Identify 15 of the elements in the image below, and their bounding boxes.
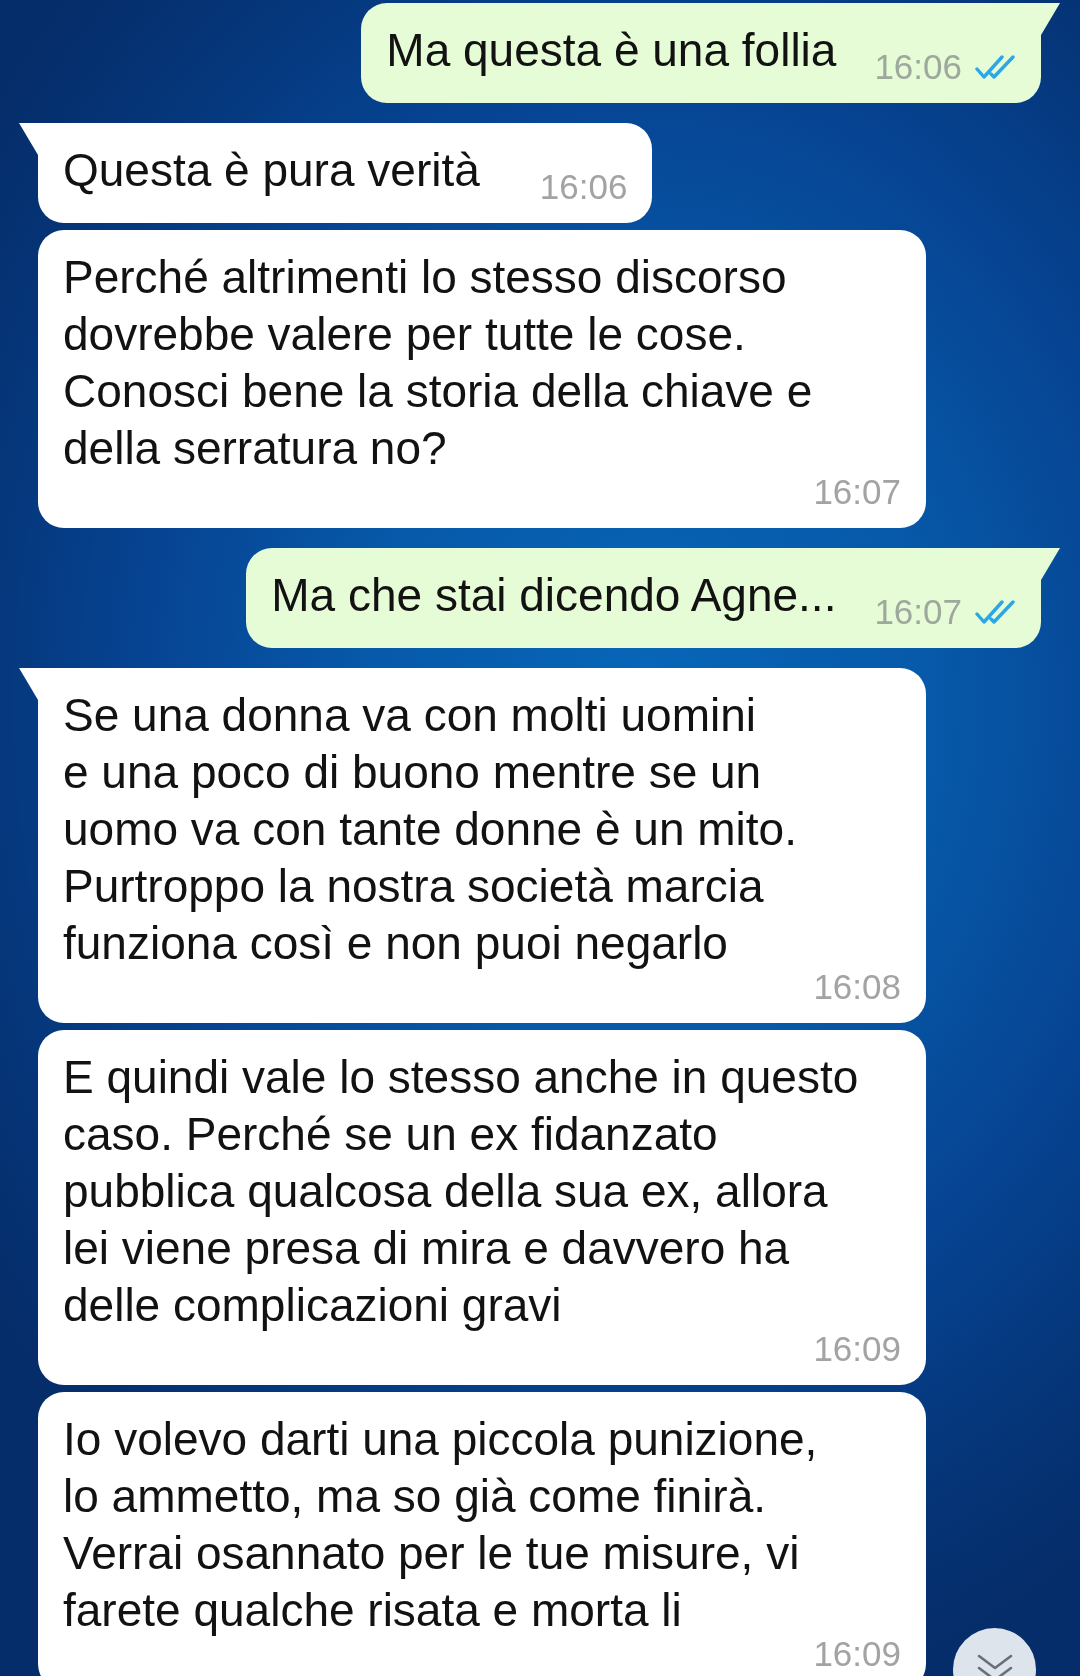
message-time: 16:06	[874, 52, 962, 82]
message-text: E quindi vale lo stesso anche in questo caso. Perché se un ex fidanzato pubblica qualcosa della sua ex, allora lei viene presa di mira e davvero ha delle complicazioni gravi	[63, 1050, 859, 1333]
message-time: 16:07	[813, 477, 901, 507]
message-time: 16:09	[813, 1639, 901, 1669]
message-time: 16:06	[539, 172, 628, 202]
message-text: Ma che stai dicendo Agne...	[271, 568, 837, 623]
message-text: Questa è pura verità	[63, 143, 480, 198]
message-text: Perché altrimenti lo stesso discorso dovrebbe valere per tutte le cose. Conosci bene la storia della chiave e della serratura no?	[63, 250, 813, 476]
message-text: Io volevo darti una piccola punizione, lo ammetto, ma so già come finirà. Verrai osannato per le tue misure, vi farete qualche risata e morta li	[63, 1412, 818, 1638]
message-time: 16:09	[813, 1334, 901, 1364]
message-text: Ma questa è una follia	[386, 23, 837, 78]
message-text: Se una donna va con molti uomini e una poco di buono mentre se un uomo va con tante donne è un mito. Purtroppo la nostra società marcia funziona così e non puoi negarlo	[63, 688, 797, 971]
message-time: 16:07	[874, 597, 962, 627]
message-time: 16:08	[813, 972, 901, 1002]
double-chevron-down-icon	[976, 1654, 1013, 1676]
